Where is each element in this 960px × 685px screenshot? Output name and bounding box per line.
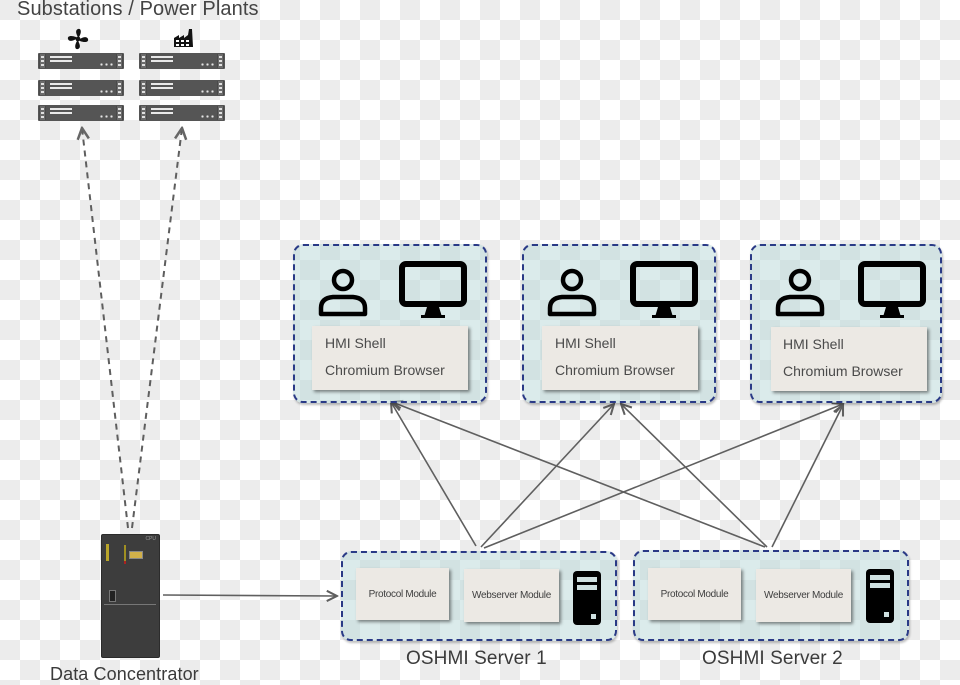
protocol-module: Protocol Module	[356, 568, 449, 620]
wind-turbine-icon	[67, 28, 89, 50]
browser-name: Chromium Browser	[555, 362, 675, 378]
device-led-red	[124, 561, 126, 564]
device-cpu-label: CPU	[145, 536, 156, 542]
server-rack-1c	[38, 105, 124, 121]
browser-name: Chromium Browser	[325, 362, 445, 378]
client-card: HMI Shell Chromium Browser	[312, 326, 468, 390]
protocol-module: Protocol Module	[648, 568, 741, 620]
connection-server-2-to-client-3	[771, 405, 843, 548]
connection-dc-to-server-1	[162, 595, 337, 596]
device-switch	[109, 590, 116, 602]
app-name: HMI Shell	[783, 336, 844, 352]
connection-server-2-to-client-1	[392, 402, 766, 548]
device-led-strip-2	[124, 545, 126, 561]
oshmi-server-1-label: OSHMI Server 1	[406, 648, 547, 669]
server-tower-icon	[866, 569, 894, 623]
webserver-module: Webserver Module	[756, 569, 851, 622]
substations-label: Substations / Power Plants	[17, 0, 259, 20]
device-memory-card	[129, 551, 143, 559]
monitor-icon	[858, 261, 926, 318]
app-name: HMI Shell	[325, 335, 386, 351]
device-panel-line	[104, 604, 156, 605]
monitor-icon	[399, 261, 467, 318]
client-station-3[interactable]: HMI Shell Chromium Browser	[750, 244, 942, 403]
user-icon	[318, 268, 368, 317]
data-concentrator-device[interactable]: CPU	[101, 534, 160, 658]
connection-server-1-to-client-3	[483, 404, 843, 549]
client-card: HMI Shell Chromium Browser	[771, 327, 927, 391]
connection-server-2-to-client-2	[621, 404, 768, 548]
oshmi-server-2-label: OSHMI Server 2	[702, 648, 843, 669]
user-icon	[775, 268, 825, 317]
oshmi-server-1[interactable]: Protocol Module Webserver Module	[341, 551, 617, 641]
server-rack-2c	[139, 105, 225, 121]
webserver-module: Webserver Module	[464, 569, 559, 622]
server-rack-1a	[38, 53, 124, 69]
connection-server-1-to-client-2	[480, 404, 614, 548]
device-led-strip	[106, 544, 109, 561]
server-rack-2a	[139, 53, 225, 69]
client-station-2[interactable]: HMI Shell Chromium Browser	[522, 244, 716, 403]
client-card: HMI Shell Chromium Browser	[542, 326, 698, 390]
server-rack-2b	[139, 80, 225, 96]
server-rack-1b	[38, 80, 124, 96]
factory-icon	[174, 29, 193, 47]
app-name: HMI Shell	[555, 335, 616, 351]
browser-name: Chromium Browser	[783, 363, 903, 379]
connection-dc-to-site-1	[82, 128, 129, 529]
server-tower-icon	[573, 571, 601, 625]
connection-server-1-to-client-1	[391, 402, 477, 547]
data-concentrator-label: Data Concentrator	[50, 664, 199, 684]
client-station-1[interactable]: HMI Shell Chromium Browser	[293, 244, 487, 403]
monitor-icon	[630, 261, 698, 318]
user-icon	[547, 268, 597, 317]
oshmi-server-2[interactable]: Protocol Module Webserver Module	[633, 550, 909, 641]
connection-dc-to-site-2	[131, 128, 182, 529]
